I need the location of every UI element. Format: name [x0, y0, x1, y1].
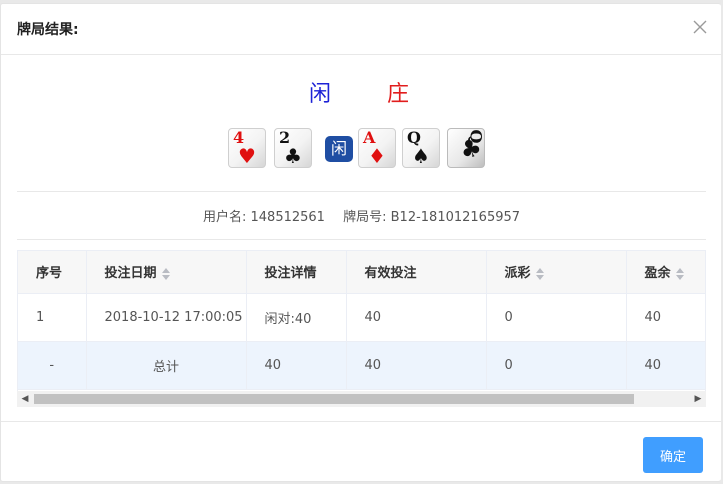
- username-label: 用户名:: [202, 210, 247, 225]
- banker-label: 庄: [387, 82, 410, 107]
- round-info: 用户名: 148512561 牌局号: B12-181012165957: [1, 206, 722, 225]
- header-label: 派彩: [504, 266, 531, 282]
- dialog-header: 牌局结果:: [1, 4, 722, 55]
- club-icon: ♣: [284, 144, 302, 168]
- cell-date: 2018-10-12 17:00:05: [86, 293, 247, 342]
- heart-icon: ♥: [238, 144, 256, 168]
- bet-table: 序号 投注日期 投注详情 有效投注 派彩 盈余 1 2018-10-12 17:…: [18, 251, 705, 390]
- cell-payout: 0: [486, 341, 627, 390]
- cell-index: 1: [18, 293, 87, 342]
- scroll-left-icon[interactable]: ◀: [17, 391, 33, 407]
- column-header-surplus[interactable]: 盈余: [626, 251, 705, 294]
- column-header-detail: 投注详情: [246, 251, 347, 294]
- header-label: 盈余: [644, 266, 671, 282]
- close-icon[interactable]: [692, 19, 708, 35]
- round-id-value: B12-181012165957: [390, 210, 521, 225]
- table-row: 1 2018-10-12 17:00:05 闲对:40 40 0 40: [18, 293, 705, 342]
- player-label: 闲: [309, 82, 332, 107]
- column-header-valid-bet: 有效投注: [346, 251, 487, 294]
- header-label: 投注日期: [104, 266, 157, 282]
- cell-surplus: 40: [626, 341, 705, 390]
- playing-card: 4 ♥: [228, 128, 266, 168]
- cell-valid-bet: 40: [346, 293, 487, 342]
- cell-valid-bet: 40: [346, 341, 487, 390]
- playing-card-rotated: Q ♣: [447, 128, 485, 168]
- playing-card: Q ♠: [402, 128, 440, 168]
- playing-card: 2 ♣: [274, 128, 312, 168]
- diamond-icon: ♦: [368, 144, 386, 168]
- scroll-right-icon[interactable]: ▶: [690, 391, 706, 407]
- playing-card: A ♦: [358, 128, 396, 168]
- sort-icon[interactable]: [161, 267, 170, 280]
- sort-icon[interactable]: [675, 267, 684, 280]
- header-label: 序号: [36, 266, 63, 282]
- column-header-date[interactable]: 投注日期: [86, 251, 247, 294]
- sort-icon[interactable]: [535, 267, 544, 280]
- divider: [17, 191, 706, 192]
- table-total-row: - 总计 40 40 0 40: [18, 341, 705, 390]
- cell-detail: 闲对:40: [246, 293, 347, 342]
- cell-index: -: [18, 341, 87, 390]
- dialog-footer: 确定: [1, 421, 722, 484]
- cell-surplus: 40: [626, 293, 705, 342]
- scrollbar-thumb[interactable]: [34, 394, 634, 404]
- column-header-index: 序号: [18, 251, 87, 294]
- round-label: 牌局号:: [343, 210, 387, 225]
- table-header-row: 序号 投注日期 投注详情 有效投注 派彩 盈余: [18, 251, 705, 294]
- header-label: 投注详情: [264, 266, 317, 282]
- column-header-payout[interactable]: 派彩: [486, 251, 627, 294]
- divider: [17, 239, 706, 240]
- username-value: 148512561: [250, 210, 325, 225]
- cell-total-label: 总计: [86, 341, 247, 390]
- game-result-dialog: 牌局结果: 闲 庄 4 ♥ 2 ♣ 闲 A ♦ Q ♠ Q ♣ 用户名: 148…: [0, 3, 722, 484]
- username-info: 用户名: 148512561: [203, 210, 325, 225]
- spade-icon: ♠: [412, 144, 430, 168]
- round-info-item: 牌局号: B12-181012165957: [343, 210, 520, 225]
- bet-table-wrapper: 序号 投注日期 投注详情 有效投注 派彩 盈余 1 2018-10-12 17:…: [17, 250, 706, 403]
- cards-row: 4 ♥ 2 ♣ 闲 A ♦ Q ♠ Q ♣: [1, 128, 722, 170]
- result-labels: 闲 庄: [1, 76, 722, 107]
- confirm-button[interactable]: 确定: [643, 437, 703, 473]
- dialog-title: 牌局结果:: [17, 22, 79, 38]
- cell-payout: 0: [486, 293, 627, 342]
- horizontal-scrollbar[interactable]: ◀ ▶: [17, 391, 706, 407]
- header-label: 有效投注: [364, 266, 417, 282]
- player-badge: 闲: [325, 136, 353, 162]
- cell-detail: 40: [246, 341, 347, 390]
